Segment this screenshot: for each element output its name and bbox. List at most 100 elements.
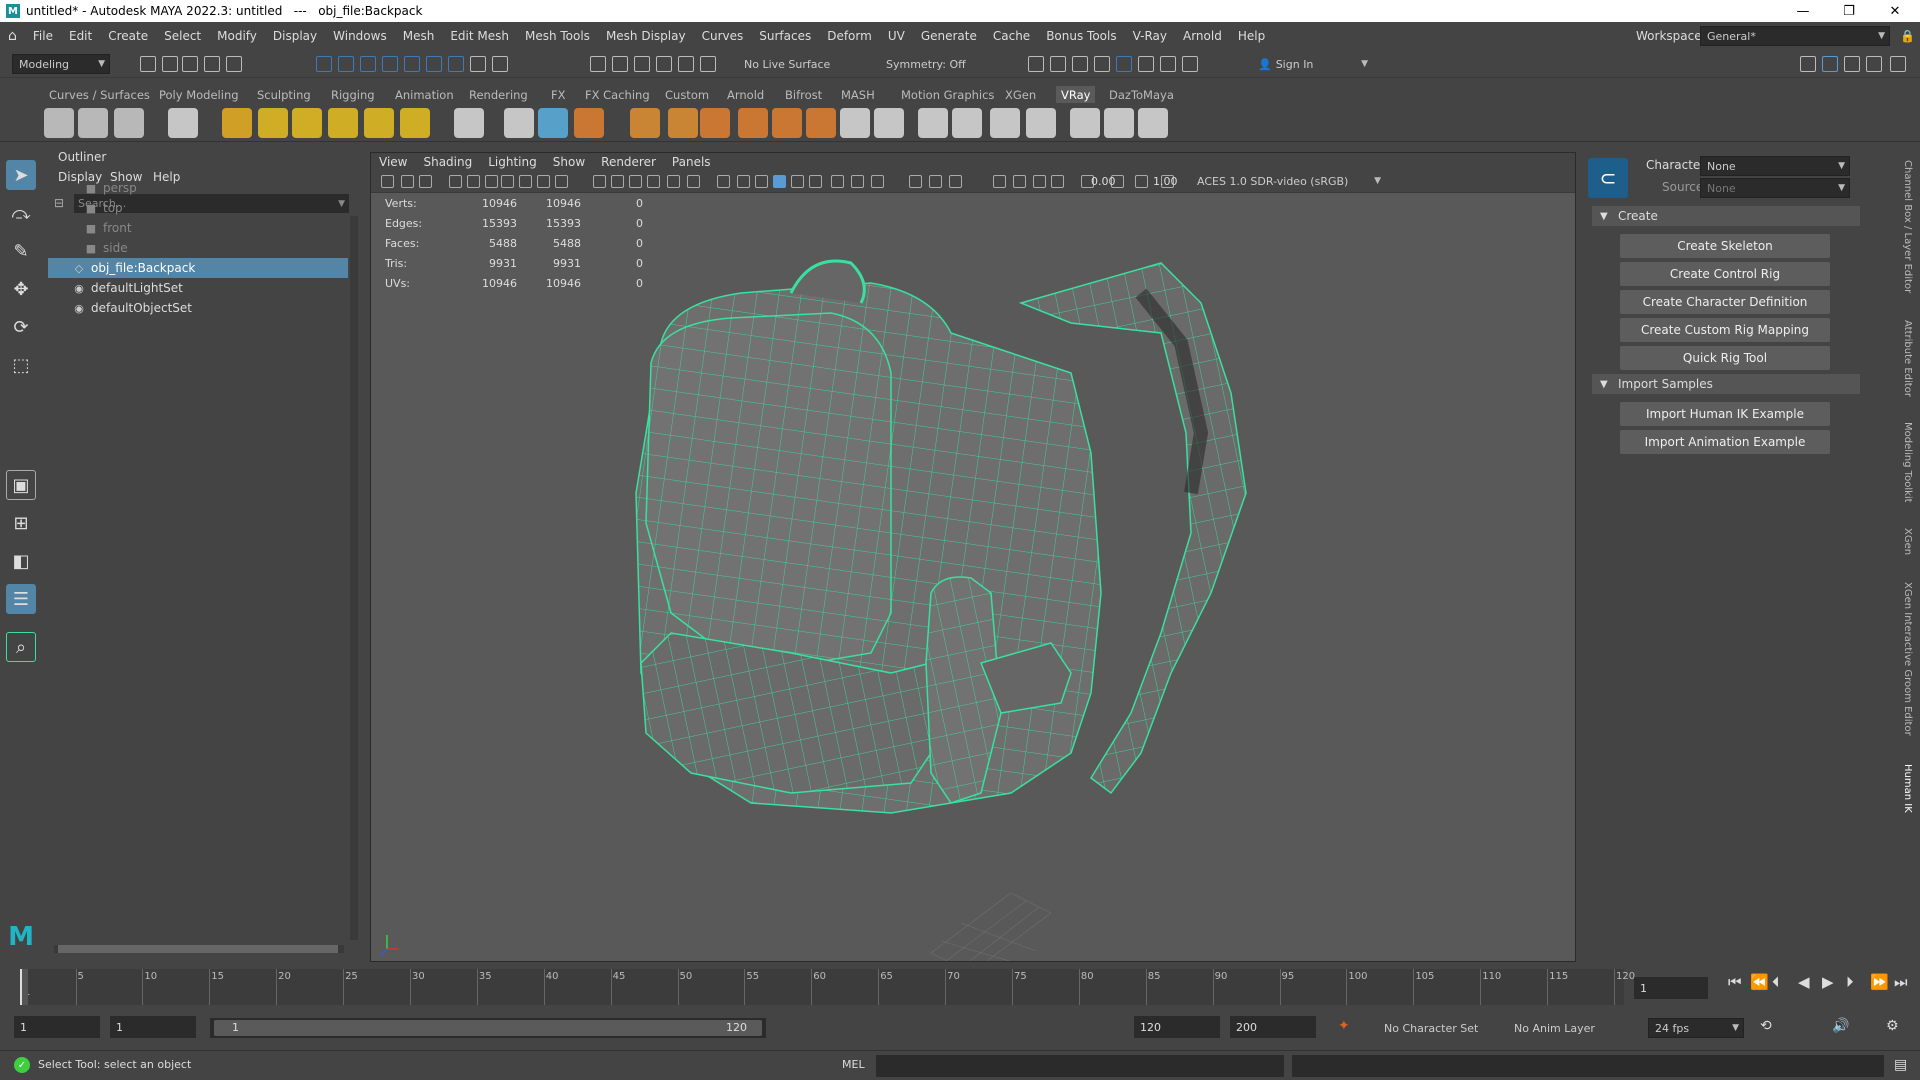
viewport-tool-icon[interactable] [501, 175, 514, 188]
single-perspective-layout-icon[interactable]: ▣ [6, 470, 36, 500]
preferences-icon[interactable]: ⚙ [1886, 1018, 1899, 1034]
viewport-tool-icon[interactable] [485, 175, 498, 188]
four-view-layout-icon[interactable]: ⊞ [6, 508, 36, 538]
side-tab-xgen-interactive-groom-editor[interactable]: XGen Interactive Groom Editor [1902, 582, 1913, 736]
viewport-tool-icon[interactable] [381, 175, 394, 188]
fps-dropdown[interactable]: 24 fps ▼ [1648, 1018, 1744, 1038]
outliner-item[interactable]: ■ persp [48, 178, 348, 198]
vray-light-rect-icon[interactable] [222, 108, 252, 138]
step-back-key-icon[interactable]: ⏪ [1750, 973, 1769, 991]
scale-tool-icon[interactable]: ⬚ [6, 350, 36, 380]
vray-light-omni-icon[interactable] [364, 108, 394, 138]
workspace-dropdown[interactable]: General* ▼ [1700, 26, 1890, 46]
snap-grid-icon[interactable] [590, 56, 606, 72]
menu-create[interactable]: Create [100, 29, 156, 43]
vray-lights-icon[interactable] [44, 108, 74, 138]
render-settings-icon[interactable] [1094, 56, 1110, 72]
select-face-icon[interactable] [426, 56, 442, 72]
menu-help[interactable]: Help [1230, 29, 1273, 43]
viewport-tool-icon[interactable] [949, 175, 962, 188]
arnold-render-icon[interactable] [1138, 56, 1154, 72]
import-section-header[interactable]: ▼ Import Samples [1592, 374, 1860, 394]
menu-v-ray[interactable]: V-Ray [1125, 29, 1175, 43]
viewport-tool-icon[interactable] [871, 175, 884, 188]
vray-displacement-icon[interactable] [630, 108, 660, 138]
shelf-tab-animation[interactable]: Animation [390, 86, 459, 103]
viewport-menu-renderer[interactable]: Renderer [593, 155, 664, 169]
shelf-tab-fx-caching[interactable]: FX Caching [580, 86, 655, 103]
sign-in-button[interactable]: 👤 Sign In ▼ [1252, 54, 1372, 74]
viewport-tool-icon[interactable] [851, 175, 864, 188]
import-animation-example-button[interactable]: Import Animation Example [1620, 430, 1830, 454]
anim-layer-dropdown[interactable]: No Anim Layer [1508, 1018, 1624, 1038]
vray-cosmos-icon[interactable] [1104, 108, 1134, 138]
vray-light-sphere-icon[interactable] [258, 108, 288, 138]
viewport-tool-icon[interactable] [791, 175, 804, 188]
viewport-menu-shading[interactable]: Shading [415, 155, 480, 169]
vray-render-icon[interactable] [1160, 56, 1176, 72]
current-frame-field[interactable]: 1 [1634, 977, 1708, 999]
viewport-tool-icon[interactable] [647, 175, 660, 188]
paint-select-tool-icon[interactable]: ✎ [6, 236, 36, 266]
shelf-tab-rigging[interactable]: Rigging [326, 86, 380, 103]
vray-denoiser-icon[interactable] [1070, 108, 1100, 138]
menu-modify[interactable]: Modify [209, 29, 265, 43]
auto-key-icon[interactable]: ✦ [1338, 1018, 1350, 1034]
snap-curve-icon[interactable] [612, 56, 628, 72]
modeling-toolkit-icon[interactable] [1800, 56, 1816, 72]
viewport-tool-icon[interactable] [537, 175, 550, 188]
snap-view-icon[interactable] [656, 56, 672, 72]
outliner-item[interactable]: ■ side [48, 238, 348, 258]
maya-home-icon[interactable]: M [6, 922, 36, 952]
menu-select[interactable]: Select [156, 29, 209, 43]
quick-rig-tool-button[interactable]: Quick Rig Tool [1620, 346, 1830, 370]
viewport-tool-icon[interactable] [555, 175, 568, 188]
side-tab-xgen[interactable]: XGen [1902, 528, 1913, 555]
viewport-menu-show[interactable]: Show [545, 155, 593, 169]
viewport-tool-icon[interactable] [401, 175, 414, 188]
lock-icon[interactable]: 🔒 [1900, 29, 1915, 43]
vray-light-spot-icon[interactable] [292, 108, 322, 138]
search-icon[interactable]: ⌕ [6, 632, 36, 662]
playback-end-field[interactable]: 120 [1134, 1016, 1220, 1038]
viewport-menu-lighting[interactable]: Lighting [480, 155, 545, 169]
vray-multi-material-icon[interactable] [1026, 108, 1056, 138]
vray-light-ies-icon[interactable] [328, 108, 358, 138]
viewport-tool-icon[interactable] [773, 175, 786, 188]
minimize-button[interactable]: — [1780, 0, 1826, 22]
new-scene-icon[interactable] [140, 56, 156, 72]
viewport-tool-icon[interactable] [1033, 175, 1046, 188]
viewport-tool-icon[interactable] [993, 175, 1006, 188]
shelf-tab-poly-modeling[interactable]: Poly Modeling [154, 86, 244, 103]
current-frame-marker[interactable] [20, 969, 28, 1005]
shelf-tab-bifrost[interactable]: Bifrost [780, 86, 827, 103]
snap-vertex-icon[interactable] [700, 56, 716, 72]
shelf-tab-fx[interactable]: FX [546, 86, 571, 103]
color-space-dropdown[interactable]: ACES 1.0 SDR-video (sRGB) ▼ [1191, 171, 1385, 191]
select-object-icon[interactable] [338, 56, 354, 72]
select-tool-icon[interactable]: ➤ [6, 160, 36, 190]
menu-mesh-display[interactable]: Mesh Display [598, 29, 694, 43]
side-tab-modeling-toolkit[interactable]: Modeling Toolkit [1902, 422, 1913, 503]
play-forwards-icon[interactable]: ▶ [1822, 973, 1834, 991]
vray-mesh-light-icon[interactable] [874, 108, 904, 138]
viewport-tool-icon[interactable] [611, 175, 624, 188]
character-dropdown[interactable]: None ▼ [1700, 156, 1850, 176]
shelf-tab-daztomaya[interactable]: DazToMaya [1104, 86, 1179, 103]
menu-display[interactable]: Display [265, 29, 325, 43]
step-back-frame-icon[interactable]: ⏴ [1772, 973, 1780, 991]
open-scene-icon[interactable] [162, 56, 178, 72]
go-to-start-icon[interactable]: ⏮ [1728, 973, 1742, 991]
vray-scene-icon[interactable] [538, 108, 568, 138]
shelf-tab-vray[interactable]: VRay [1056, 86, 1096, 103]
menu-edit[interactable]: Edit [61, 29, 100, 43]
shelf-tab-arnold[interactable]: Arnold [722, 86, 769, 103]
viewport-tool-icon[interactable] [1013, 175, 1026, 188]
pause-icon[interactable] [1182, 56, 1198, 72]
backpack-model[interactable] [371, 193, 1575, 961]
script-language-toggle[interactable]: MEL [842, 1058, 865, 1071]
save-scene-icon[interactable] [182, 56, 198, 72]
menu-mesh-tools[interactable]: Mesh Tools [517, 29, 598, 43]
lock-selection-icon[interactable] [470, 56, 486, 72]
menu-file[interactable]: File [25, 29, 61, 43]
